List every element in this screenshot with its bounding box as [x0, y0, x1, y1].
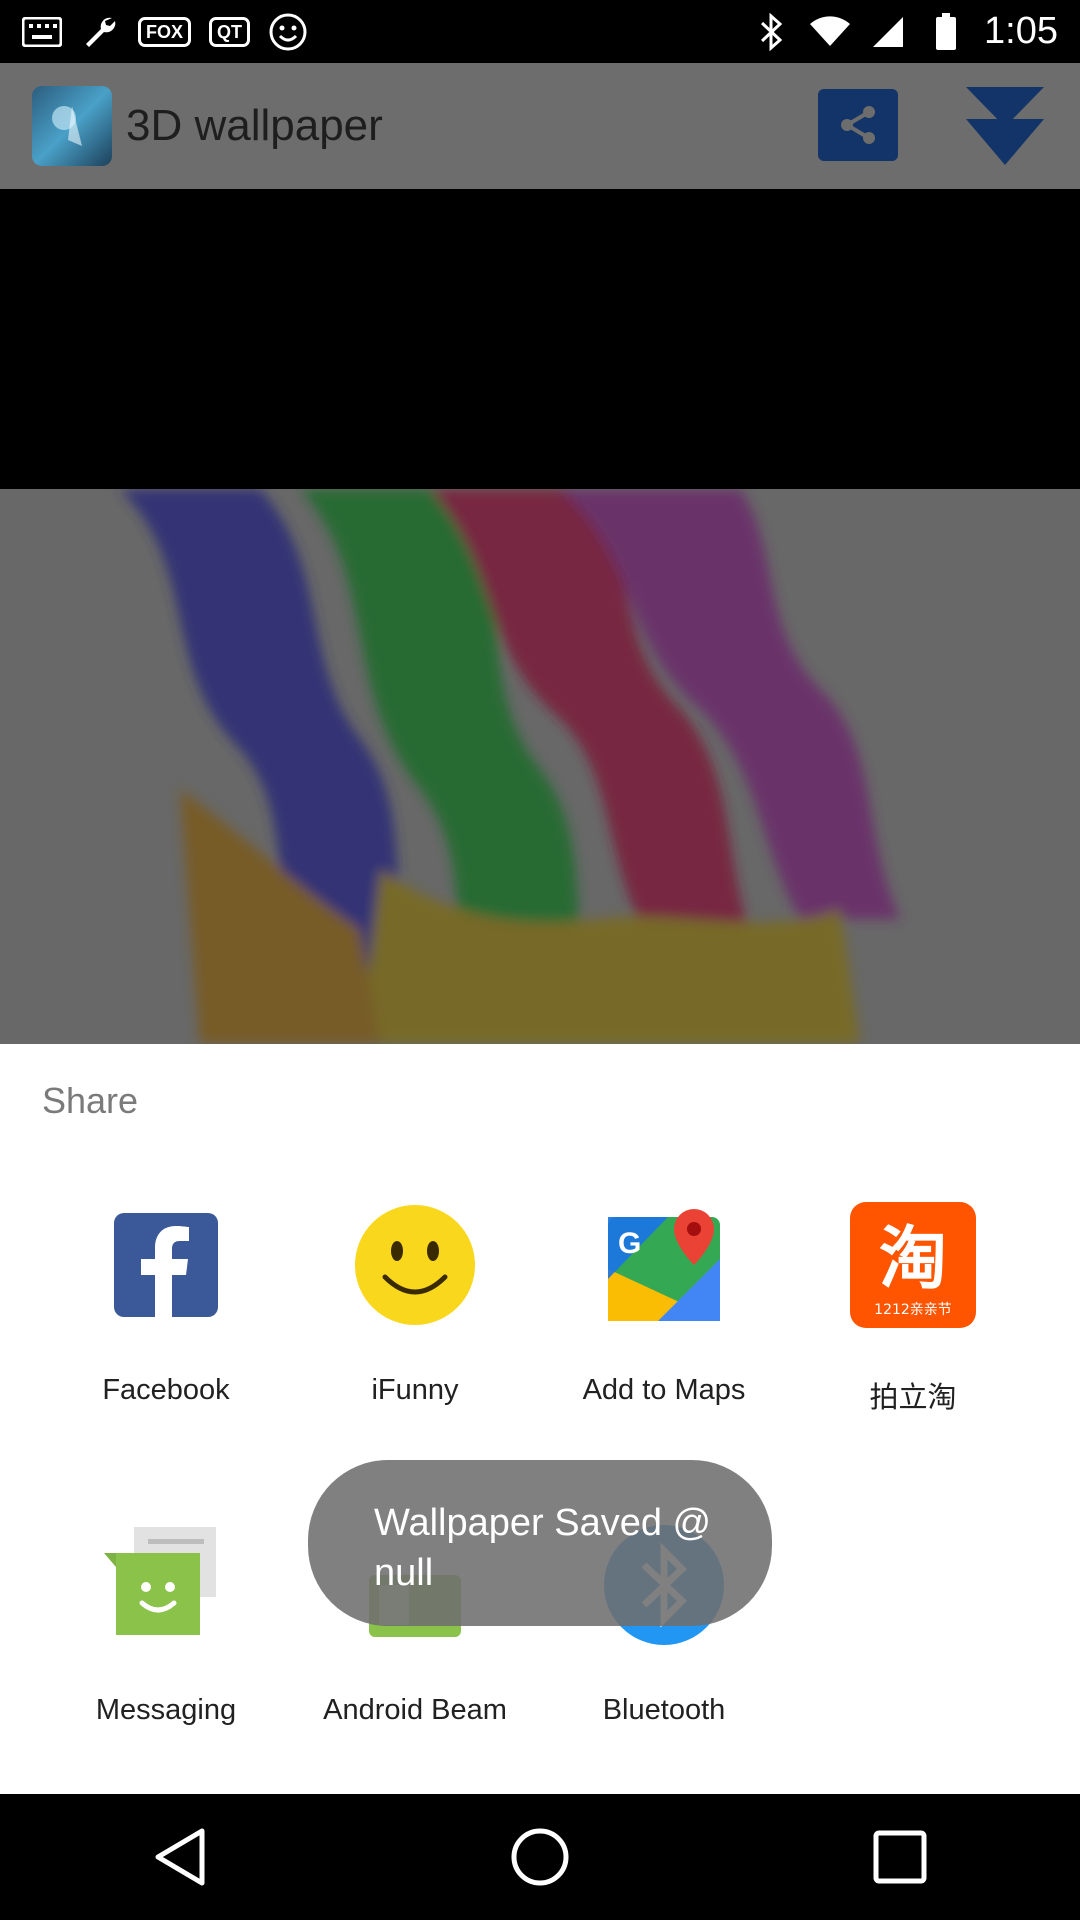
share-app-label: Android Beam — [323, 1694, 507, 1726]
toast-message: Wallpaper Saved @ null — [308, 1460, 772, 1626]
recents-button[interactable] — [840, 1797, 960, 1917]
qt-icon: QT — [209, 12, 251, 52]
share-title: Share — [42, 1080, 139, 1121]
wallpaper-background — [0, 189, 1080, 489]
toast-line-1: Wallpaper Saved @ — [374, 1502, 712, 1544]
wallpaper-preview — [0, 489, 1080, 1044]
app-bar: 3D wallpaper — [0, 63, 1080, 189]
share-app-taobao[interactable]: 淘 1212亲亲节 拍立淘 — [788, 1200, 1038, 1416]
smiley-icon — [268, 12, 308, 52]
keyboard-icon — [22, 12, 62, 52]
share-app-label: Add to Maps — [582, 1374, 746, 1406]
share-app-maps[interactable]: G Add to Maps — [539, 1200, 789, 1407]
share-app-facebook[interactable]: Facebook — [41, 1200, 291, 1407]
status-bar: FOX QT 1:05 — [0, 0, 1080, 63]
app-title: 3D wallpaper — [126, 101, 383, 150]
taobao-icon: 淘 1212亲亲节 — [848, 1200, 978, 1330]
share-app-label: Messaging — [95, 1694, 237, 1726]
facebook-icon — [101, 1200, 231, 1330]
home-button[interactable] — [480, 1797, 600, 1917]
download-button[interactable] — [962, 83, 1048, 169]
share-app-label: 拍立淘 — [869, 1382, 957, 1414]
share-icon — [841, 106, 875, 144]
fox-sports-icon: FOX — [138, 12, 192, 52]
app-logo — [32, 86, 112, 166]
maps-icon: G — [599, 1200, 729, 1330]
taobao-badge: 1212亲亲节 — [874, 1302, 952, 1318]
share-sheet: Share Facebook iFunny G Add to Maps 淘 12… — [0, 1044, 1080, 1794]
clock: 1:05 — [984, 10, 1058, 52]
recents-icon — [873, 1830, 927, 1884]
share-app-label: iFunny — [371, 1374, 459, 1406]
battery-icon — [926, 12, 966, 52]
download-arrow-icon — [966, 87, 1044, 165]
toast-line-2: null — [374, 1552, 434, 1594]
svg-text:G: G — [618, 1227, 641, 1260]
wrench-icon — [80, 12, 120, 52]
bluetooth-status-icon — [752, 12, 792, 52]
messaging-icon — [101, 1520, 231, 1650]
share-button[interactable] — [818, 89, 898, 161]
back-button[interactable] — [120, 1797, 240, 1917]
ifunny-icon — [350, 1200, 480, 1330]
share-app-label: Bluetooth — [602, 1694, 726, 1726]
wifi-icon — [810, 12, 851, 52]
signal-icon — [868, 12, 908, 52]
home-icon — [511, 1828, 569, 1886]
navigation-bar — [0, 1794, 1080, 1920]
svg-text:淘: 淘 — [879, 1220, 947, 1299]
share-app-ifunny[interactable]: iFunny — [290, 1200, 540, 1407]
back-icon — [155, 1828, 205, 1886]
share-app-messaging[interactable]: Messaging — [41, 1520, 291, 1727]
share-app-label: Facebook — [102, 1374, 230, 1406]
